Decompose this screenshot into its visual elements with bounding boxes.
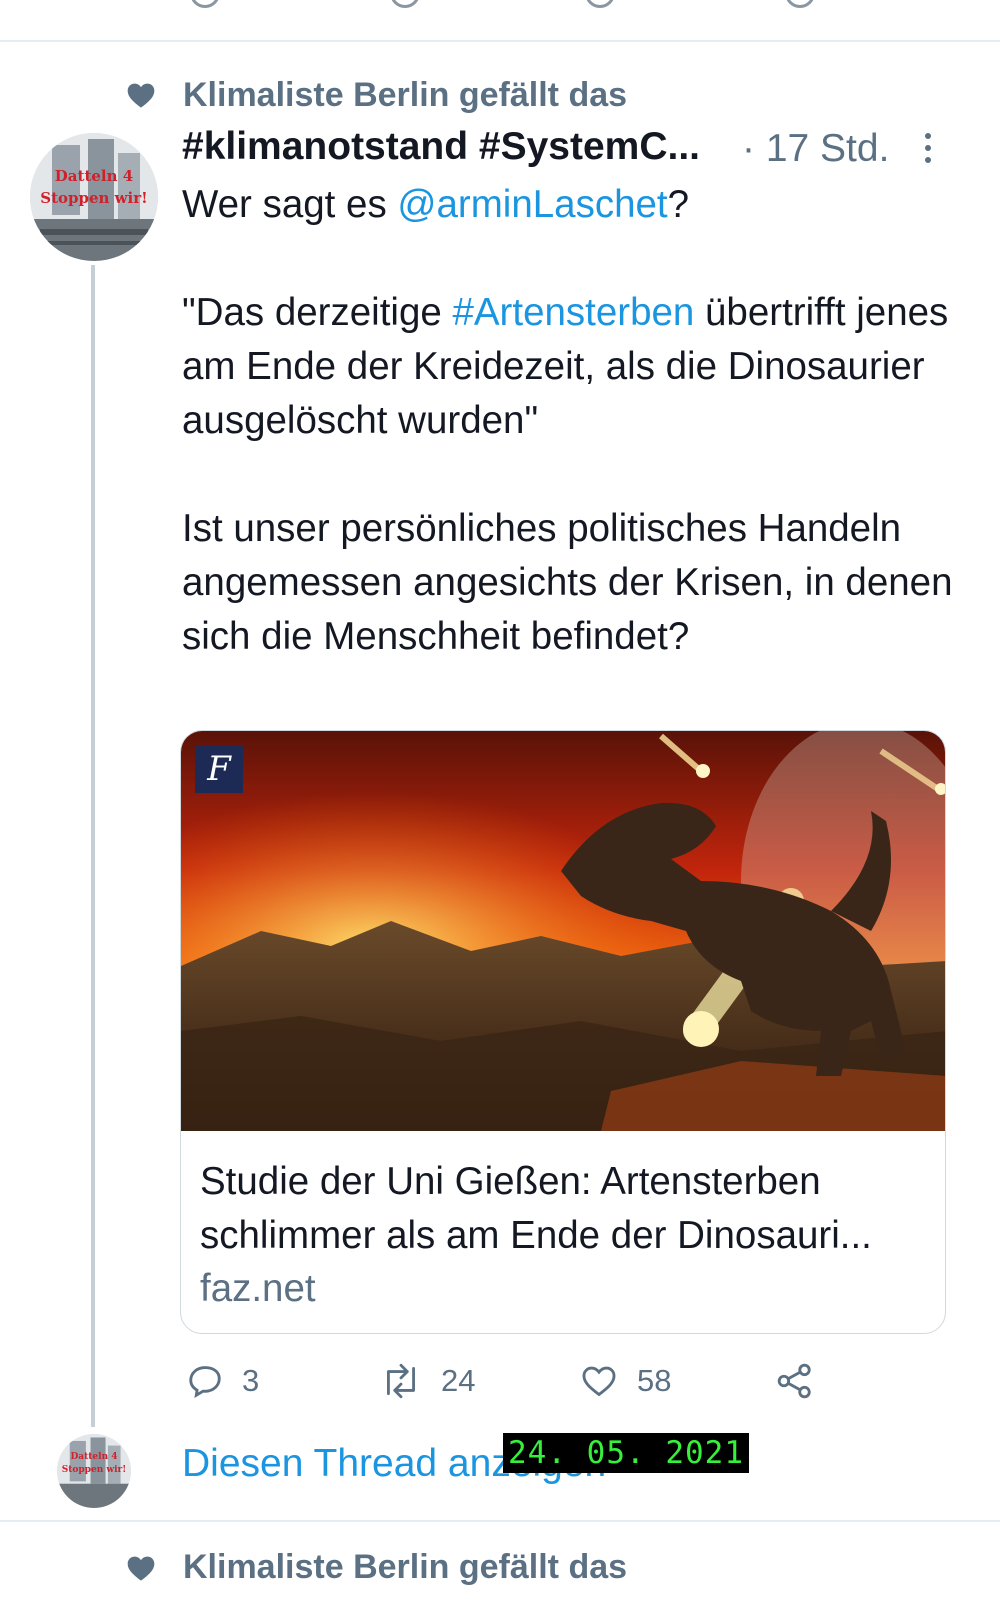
heart-icon <box>127 1556 155 1581</box>
previous-tweet-actions <box>190 0 840 12</box>
card-title[interactable]: Studie der Uni Gießen: Artensterben schl… <box>200 1155 930 1263</box>
share-icon <box>777 1363 811 1399</box>
like-button[interactable]: 58 <box>579 1362 671 1400</box>
like-count: 58 <box>637 1363 672 1398</box>
avatar-text-1: Datteln 4 <box>54 167 134 185</box>
text: ? <box>667 183 690 226</box>
avatar-text-1: Datteln 4 <box>70 1452 118 1462</box>
next-social-context[interactable]: Klimaliste Berlin gefällt das <box>125 1548 627 1587</box>
share-icon[interactable] <box>785 0 815 8</box>
heart-icon <box>127 83 155 108</box>
tweet-header: #klimanotstand #SystemC... · 17 Std. <box>182 125 962 179</box>
heart-icon[interactable] <box>585 0 615 8</box>
social-context-label: Klimaliste Berlin gefällt das <box>183 75 628 114</box>
tweet-body: Wer sagt es @arminLaschet? "Das derzeiti… <box>182 178 962 664</box>
reply-button[interactable]: 3 <box>186 1362 259 1400</box>
reply-icon[interactable] <box>190 0 220 8</box>
text: "Das derzeitige <box>182 291 453 334</box>
tweet-actions: 3 24 58 <box>182 1362 822 1406</box>
retweet-icon[interactable] <box>390 0 420 8</box>
mention-link[interactable]: @arminLaschet <box>397 183 667 226</box>
social-context-label: Klimaliste Berlin gefällt das <box>183 1548 628 1586</box>
heart-outline-icon <box>582 1366 616 1397</box>
avatar-text-2: Stoppen wir! <box>40 189 148 207</box>
tweet-line-1: Wer sagt es @arminLaschet? <box>182 178 962 232</box>
tweet-time[interactable]: · 17 Std. <box>742 127 889 171</box>
text: Wer sagt es <box>182 183 398 226</box>
faz-logo-icon: F <box>195 745 243 793</box>
retweet-button[interactable]: 24 <box>379 1362 475 1400</box>
date-stamp: 24. 05. 2021 <box>503 1433 749 1473</box>
retweet-icon <box>387 1363 415 1399</box>
avatar[interactable]: Datteln 4 Stoppen wir! <box>30 133 158 261</box>
link-card[interactable]: F Studie der Uni Gießen: Artensterben sc… <box>180 730 946 1334</box>
avatar-text-2: Stoppen wir! <box>61 1465 127 1475</box>
share-button[interactable] <box>776 1362 832 1400</box>
hashtag-link[interactable]: #Artensterben <box>452 291 694 334</box>
divider <box>0 40 1000 42</box>
thread-avatar[interactable]: Datteln 4 Stoppen wir! <box>57 1434 131 1508</box>
card-image <box>181 731 945 1131</box>
tweet-paragraph-3: Ist unser persönliches politisches Hande… <box>182 507 953 658</box>
author-name[interactable]: #klimanotstand #SystemC... <box>182 125 700 169</box>
retweet-count: 24 <box>441 1363 476 1398</box>
social-context[interactable]: Klimaliste Berlin gefällt das <box>125 70 627 120</box>
card-domain: faz.net <box>200 1267 316 1310</box>
divider <box>0 1520 1000 1522</box>
more-options-icon[interactable] <box>922 131 934 165</box>
reply-count: 3 <box>242 1363 260 1398</box>
tweet-paragraph-2: "Das derzeitige #Artensterben übertrifft… <box>182 286 962 448</box>
thread-line <box>91 265 95 1427</box>
reply-icon <box>189 1366 221 1399</box>
